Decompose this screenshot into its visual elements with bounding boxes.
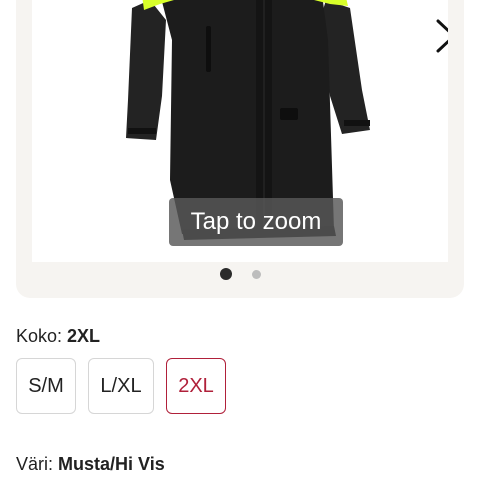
gallery-pagination (16, 268, 464, 280)
product-gallery: Tap to zoom (16, 0, 464, 298)
gallery-dot[interactable] (251, 269, 261, 279)
chevron-right-icon (436, 19, 448, 53)
next-image-button[interactable] (428, 16, 448, 56)
size-option-l-xl[interactable]: L/XL (88, 358, 154, 414)
size-option-s-m[interactable]: S/M (16, 358, 76, 414)
selected-size-value: 2XL (67, 326, 101, 346)
size-label-text: Koko: (16, 326, 68, 346)
tap-to-zoom-hint[interactable]: Tap to zoom (169, 198, 343, 246)
product-image-frame[interactable]: Tap to zoom (32, 0, 448, 262)
size-option-2xl[interactable]: 2XL (166, 358, 226, 414)
gallery-dot-active[interactable] (219, 268, 232, 280)
size-options: S/M L/XL 2XL (16, 358, 226, 414)
color-selector-label: Väri: Musta/Hi Vis (16, 454, 165, 475)
color-label-text: Väri: (16, 454, 59, 474)
selected-color-value: Musta/Hi Vis (58, 454, 165, 474)
size-selector-label: Koko: 2XL (16, 326, 100, 347)
